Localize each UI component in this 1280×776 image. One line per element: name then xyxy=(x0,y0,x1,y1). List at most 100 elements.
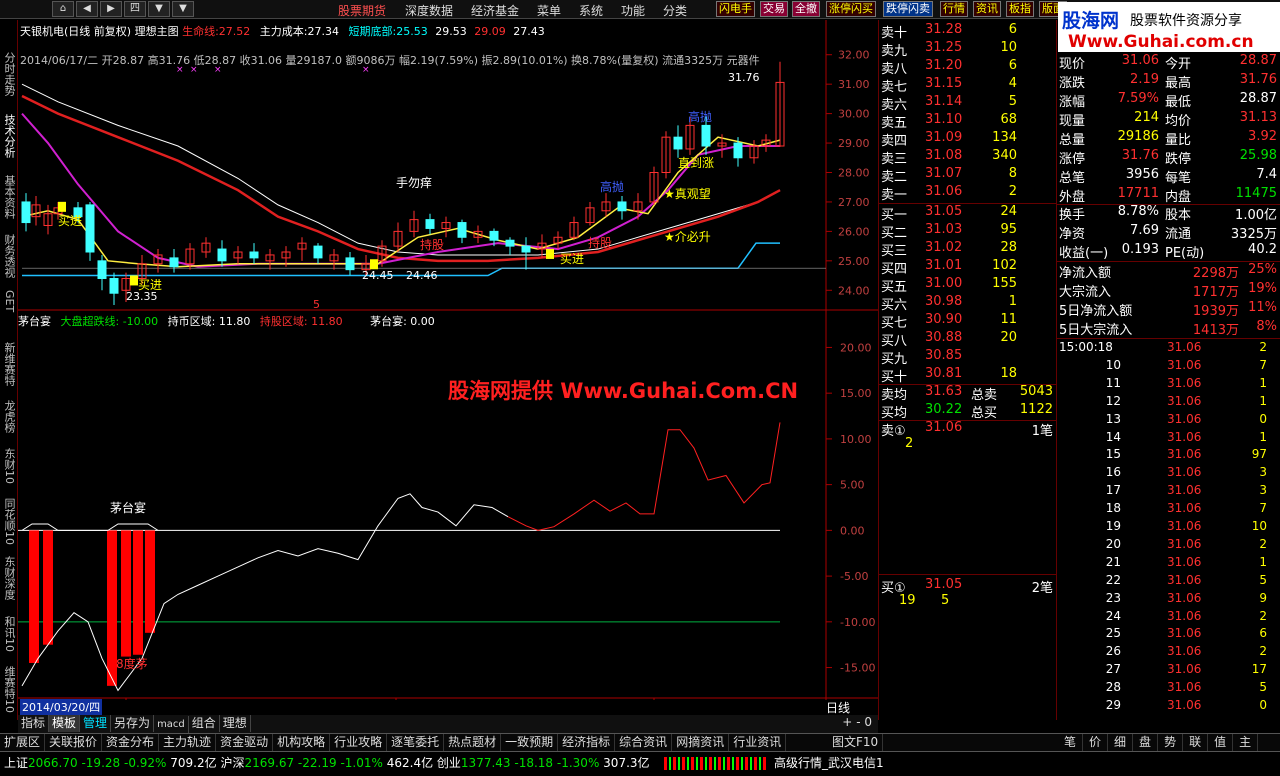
bottom-tab[interactable]: 行业攻略 xyxy=(330,734,388,751)
tab-template[interactable]: 模板 xyxy=(49,715,81,732)
sell-row[interactable]: 卖七 31.15 4 xyxy=(879,76,1057,95)
quote-button[interactable]: 行情 xyxy=(940,1,968,17)
limit-down-sell-button[interactable]: 跌停闪卖 xyxy=(883,1,933,17)
tab-tonghuashun[interactable]: 同花顺10 xyxy=(1,498,17,545)
detail-tab[interactable]: 联 xyxy=(1183,734,1209,751)
cancel-all-button[interactable]: 全撤 xyxy=(792,1,820,17)
menu-stocks[interactable]: 股票期货 xyxy=(338,2,386,19)
bottom-tab[interactable]: 经济指标 xyxy=(558,734,616,751)
buy-row[interactable]: 买三 31.02 28 xyxy=(879,240,1057,259)
tab-combo[interactable]: 组合 xyxy=(189,715,220,732)
chart-area[interactable]: 24.00 25.00 26.00 27.00 28.00 29.00 30.00 31.00… xyxy=(18,20,878,715)
sell-row[interactable]: 卖二 31.07 8 xyxy=(879,166,1057,185)
tab-saveas[interactable]: 另存为 xyxy=(111,715,155,732)
red-line xyxy=(507,422,781,531)
tab-longhubang[interactable]: 龙虎榜 xyxy=(1,400,17,433)
tab-intraday[interactable]: 分时走势 xyxy=(1,52,17,96)
sell-row[interactable]: 卖一 31.06 2 xyxy=(879,184,1057,203)
bottom-tab[interactable]: 网摘资讯 xyxy=(672,734,730,751)
tab-technical[interactable]: 技术分析 xyxy=(1,114,17,158)
tab-weisaite[interactable]: 维赛特10 xyxy=(1,666,17,713)
buy-row[interactable]: 买六 30.98 1 xyxy=(879,294,1057,313)
bottom-tab[interactable]: 逐笔委托 xyxy=(387,734,445,751)
bottom-tab[interactable]: 一致预期 xyxy=(501,734,559,751)
buy-row[interactable]: 买一 31.05 24 xyxy=(879,204,1057,223)
back-icon[interactable]: ◀ xyxy=(76,1,98,17)
sell-row[interactable]: 卖三 31.08 340 xyxy=(879,148,1057,167)
bottom-tab[interactable]: 扩展区 xyxy=(0,734,46,751)
detail-tab[interactable]: 值 xyxy=(1208,734,1234,751)
news-button[interactable]: 资讯 xyxy=(973,1,1001,17)
menu-function[interactable]: 功能 xyxy=(621,2,645,19)
stat-row: 涨跌 2.19 最高 31.76 xyxy=(1059,72,1277,91)
trade-button[interactable]: 交易 xyxy=(760,1,788,17)
buy-row[interactable]: 买九 30.85 xyxy=(879,348,1057,367)
tick-row: 25 31.06 6 xyxy=(1105,626,1267,641)
sell-row[interactable]: 卖十 31.28 6 xyxy=(879,22,1057,41)
tick-row: 17 31.06 3 xyxy=(1105,483,1267,498)
period-label: 日线 xyxy=(826,701,851,715)
detail-tab[interactable]: 势 xyxy=(1158,734,1184,751)
tab-indicator[interactable]: 指标 xyxy=(18,715,50,732)
bottom-tab[interactable]: 资金分布 xyxy=(102,734,160,751)
menu-system[interactable]: 系统 xyxy=(579,2,603,19)
detail-tab[interactable]: 主 xyxy=(1233,734,1259,751)
chart-canvas[interactable]: 24.00 25.00 26.00 27.00 28.00 29.00 30.00 31.00… xyxy=(18,20,878,700)
tab-fundamentals[interactable]: 基本资料 xyxy=(1,175,17,219)
lightning-button[interactable]: 闪电手 xyxy=(716,1,755,17)
detail-tab[interactable]: 笔 xyxy=(1058,734,1084,751)
buy-row[interactable]: 买五 31.00 155 xyxy=(879,276,1057,295)
tab-ideal[interactable]: 理想 xyxy=(220,715,251,732)
bottom-tab[interactable]: 关联报价 xyxy=(45,734,103,751)
tab-f10[interactable]: 图文F10 xyxy=(828,734,884,751)
candle-body xyxy=(249,251,259,259)
bottom-tab[interactable]: 机构攻略 xyxy=(273,734,331,751)
menu-depth[interactable]: 深度数据 xyxy=(405,2,453,19)
sell-row[interactable]: 卖八 31.20 6 xyxy=(879,58,1057,77)
menu-main[interactable]: 菜单 xyxy=(537,2,561,19)
tab-xinweisaite[interactable]: 新维赛特 xyxy=(1,342,17,386)
limit-up-buy-button[interactable]: 涨停闪买 xyxy=(826,1,876,17)
quote-panel: 现价 31.06 今开 28.87 涨跌 2.19 最高 31.76 涨幅 7.… xyxy=(1056,20,1280,720)
buy-row[interactable]: 买四 31.01 102 xyxy=(879,258,1057,277)
tab-manage[interactable]: 管理 xyxy=(80,715,112,732)
detail-tab[interactable]: 盘 xyxy=(1133,734,1159,751)
candle-body xyxy=(521,245,531,253)
tab-financials[interactable]: 财务透视 xyxy=(1,234,17,278)
menu-econ[interactable]: 经济基金 xyxy=(471,2,519,19)
candle-body xyxy=(505,239,515,247)
tab-macd[interactable]: macd xyxy=(154,716,189,733)
buy-row[interactable]: 买二 31.03 95 xyxy=(879,222,1057,241)
sell-row[interactable]: 卖六 31.14 5 xyxy=(879,94,1057,113)
period-button[interactable]: 四 xyxy=(124,1,146,17)
bottom-tabs: 扩展区 关联报价 资金分布 主力轨迹 资金驱动 机构攻略 行业攻略 逐笔委托 热点题材 一致预期经… xyxy=(0,733,1280,751)
tick-row: 24 31.06 2 xyxy=(1105,608,1267,623)
sell-row[interactable]: 卖九 31.25 10 xyxy=(879,40,1057,59)
sell-row[interactable]: 卖四 31.09 134 xyxy=(879,130,1057,149)
buy-row[interactable]: 买七 30.90 11 xyxy=(879,312,1057,331)
home-icon[interactable]: ⌂ xyxy=(52,1,74,17)
tab-hexun[interactable]: 和讯10 xyxy=(1,616,17,652)
tab-dongcai[interactable]: 东财10 xyxy=(1,448,17,484)
expand-icon[interactable]: ▼ xyxy=(172,1,194,17)
zoom-controls[interactable]: + - 0 xyxy=(842,715,872,729)
tab-dongcai-depth[interactable]: 东财深度 xyxy=(1,556,17,600)
menu-category[interactable]: 分类 xyxy=(663,2,687,19)
detail-tab[interactable]: 价 xyxy=(1083,734,1109,751)
bottom-tab[interactable]: 综合资讯 xyxy=(615,734,673,751)
dropdown-icon[interactable]: ▼ xyxy=(148,1,170,17)
server-name: 高级行情_武汉电信1 xyxy=(774,756,884,770)
sell-row[interactable]: 卖五 31.10 68 xyxy=(879,112,1057,131)
index-button[interactable]: 板指 xyxy=(1006,1,1034,17)
buy-row[interactable]: 买八 30.88 20 xyxy=(879,330,1057,349)
detail-tab[interactable]: 细 xyxy=(1108,734,1134,751)
bottom-tab[interactable]: 资金驱动 xyxy=(216,734,274,751)
y-tick-label: 31.00 xyxy=(838,78,870,91)
buy-row[interactable]: 买十 30.81 18 xyxy=(879,366,1057,385)
bottom-tab[interactable]: 主力轨迹 xyxy=(159,734,217,751)
forward-icon[interactable]: ▶ xyxy=(100,1,122,17)
tab-get[interactable]: GET xyxy=(1,290,17,312)
bottom-tab[interactable]: 行业资讯 xyxy=(729,734,787,751)
bottom-tab[interactable]: 热点题材 xyxy=(444,734,502,751)
short-bottom-label: 短期底部: xyxy=(348,25,397,38)
